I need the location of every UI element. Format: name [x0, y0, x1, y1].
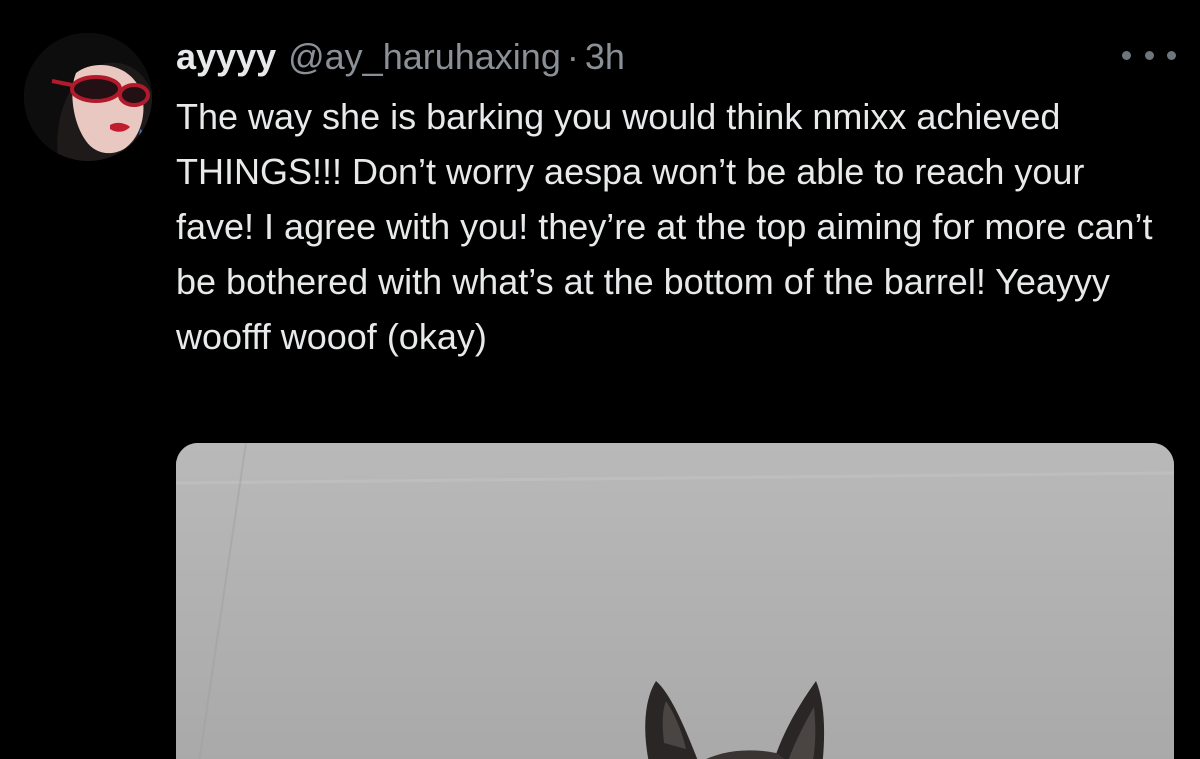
dog-ears-photo-icon — [176, 443, 1174, 759]
separator-dot: · — [566, 36, 579, 77]
tweet-text: The way she is barking you would think n… — [176, 96, 1153, 357]
ellipsis-icon — [1122, 50, 1131, 60]
tweet[interactable]: ayyyy @ay_haruhaxing · 3h The way she is… — [0, 0, 1200, 759]
avatar[interactable] — [24, 33, 152, 161]
author-display-name[interactable]: ayyyy — [176, 34, 276, 80]
tweet-header: ayyyy @ay_haruhaxing · 3h — [176, 34, 625, 80]
profile-photo-icon — [24, 33, 152, 161]
tweet-media[interactable] — [176, 443, 1174, 759]
ellipsis-icon — [1144, 50, 1154, 60]
author-handle[interactable]: @ay_haruhaxing — [288, 34, 561, 80]
ellipsis-icon — [1167, 50, 1176, 60]
more-options-button[interactable] — [1122, 40, 1176, 70]
tweet-timestamp[interactable]: 3h — [585, 34, 625, 80]
